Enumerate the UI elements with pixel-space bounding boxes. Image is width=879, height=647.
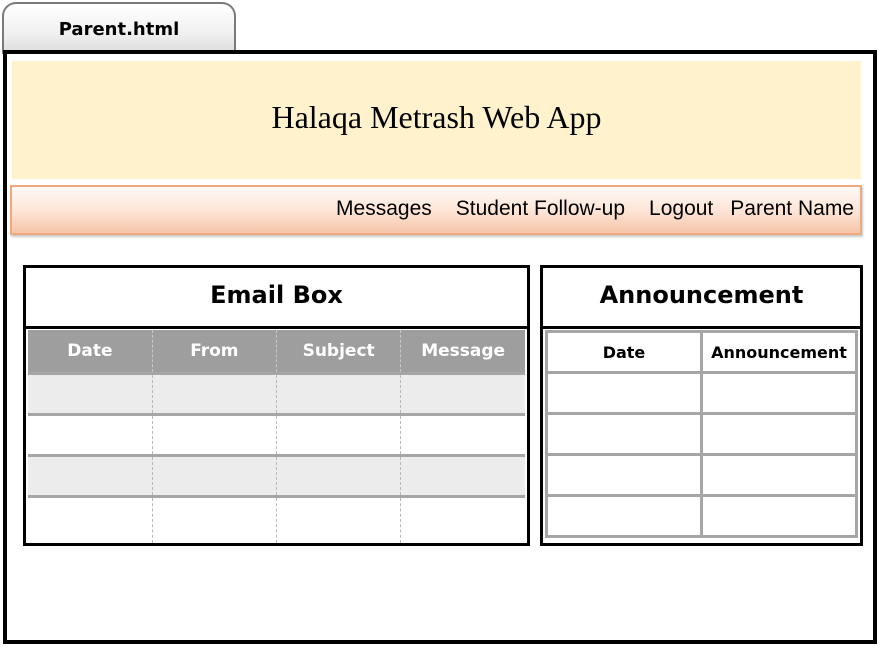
table-cell xyxy=(400,454,525,497)
nav-parent-name[interactable]: Parent Name xyxy=(730,197,854,221)
table-cell xyxy=(152,413,278,456)
table-cell xyxy=(28,454,153,497)
table-cell xyxy=(28,372,153,415)
table-cell xyxy=(545,412,703,456)
table-cell xyxy=(700,412,858,456)
email-col-subject[interactable]: Subject xyxy=(276,330,402,374)
tab-label: Parent.html xyxy=(58,19,180,40)
email-col-from[interactable]: From xyxy=(152,330,278,374)
app-header: Halaqa Metrash Web App xyxy=(12,61,861,179)
table-cell xyxy=(276,495,402,543)
email-col-date[interactable]: Date xyxy=(28,330,153,374)
table-cell xyxy=(28,413,153,456)
table-row[interactable] xyxy=(28,413,525,456)
table-cell xyxy=(545,453,703,497)
announcement-col-date[interactable]: Date xyxy=(545,330,703,374)
announcement-table-header-row: Date Announcement xyxy=(545,330,858,374)
table-cell xyxy=(545,494,703,538)
table-cell xyxy=(700,494,858,538)
nav-student-follow-up[interactable]: Student Follow-up xyxy=(456,197,625,221)
table-cell xyxy=(400,413,525,456)
nav-logout[interactable]: Logout xyxy=(649,197,713,221)
table-cell xyxy=(276,454,402,497)
email-box-title: Email Box xyxy=(26,268,527,329)
table-row[interactable] xyxy=(28,495,525,543)
table-cell xyxy=(152,454,278,497)
table-cell xyxy=(152,372,278,415)
nav-messages[interactable]: Messages xyxy=(336,197,432,221)
announcement-table: Date Announcement xyxy=(545,330,858,538)
app-title: Halaqa Metrash Web App xyxy=(271,99,602,135)
table-row[interactable] xyxy=(545,494,858,538)
table-cell xyxy=(545,371,703,415)
table-cell xyxy=(276,372,402,415)
email-box-panel: Email Box Date From Subject Message xyxy=(23,265,530,546)
table-cell xyxy=(152,495,278,543)
table-row[interactable] xyxy=(28,372,525,415)
table-cell xyxy=(28,495,153,543)
table-cell xyxy=(700,453,858,497)
browser-tab[interactable]: Parent.html xyxy=(2,2,236,54)
table-row[interactable] xyxy=(545,453,858,497)
nav-bar: Messages Student Follow-up Logout Parent… xyxy=(10,185,862,235)
announcement-panel: Announcement Date Announcement xyxy=(540,265,863,546)
table-cell xyxy=(400,495,525,543)
table-row[interactable] xyxy=(545,371,858,415)
table-cell xyxy=(276,413,402,456)
email-table: Date From Subject Message xyxy=(28,330,525,543)
table-cell xyxy=(400,372,525,415)
table-row[interactable] xyxy=(28,454,525,497)
table-cell xyxy=(700,371,858,415)
announcement-col-announcement[interactable]: Announcement xyxy=(700,330,858,374)
announcement-title: Announcement xyxy=(543,268,860,329)
table-row[interactable] xyxy=(545,412,858,456)
email-table-header-row: Date From Subject Message xyxy=(28,330,525,374)
email-col-message[interactable]: Message xyxy=(400,330,525,374)
